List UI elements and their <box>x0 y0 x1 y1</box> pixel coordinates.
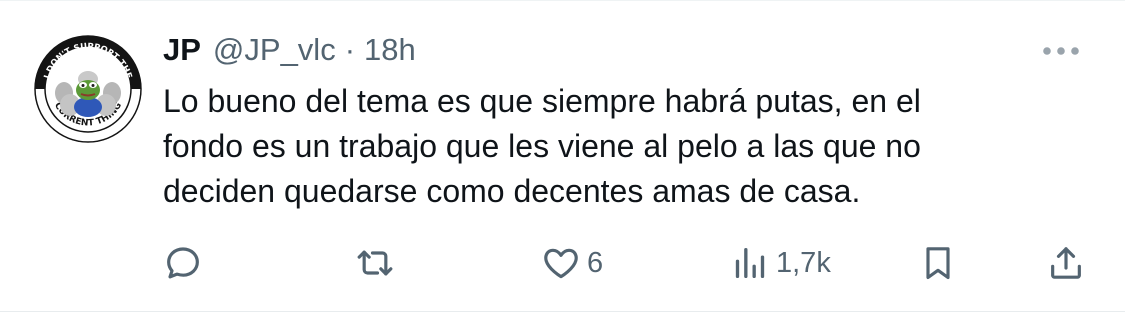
views-count: 1,7k <box>776 246 831 279</box>
bookmark-button[interactable] <box>918 243 958 283</box>
display-name[interactable]: JP <box>163 32 201 68</box>
tweet-text: Lo bueno del tema es que siempre habrá p… <box>163 79 1063 214</box>
heart-icon <box>544 248 578 279</box>
views-button[interactable]: 1,7k <box>730 243 831 283</box>
timestamp[interactable]: 18h <box>364 32 416 68</box>
bookmark-icon <box>926 247 950 280</box>
avatar-image: I DON'T SUPPORT THE CURRENT THING <box>34 35 142 143</box>
more-options-button[interactable] <box>1036 36 1086 66</box>
tweet-text-line: Lo bueno del tema es que siempre habrá p… <box>163 83 921 119</box>
share-button[interactable] <box>1046 243 1086 283</box>
tweet-header: JP @JP_vlc · 18h <box>163 28 416 72</box>
views-icon <box>735 248 765 278</box>
reply-button[interactable] <box>163 243 203 283</box>
like-count: 6 <box>587 246 604 279</box>
tweet-text-line: fondo es un trabajo que les viene al pel… <box>163 128 921 164</box>
top-divider <box>0 0 1125 1</box>
share-icon <box>1051 247 1081 279</box>
separator-dot: · <box>344 32 356 67</box>
like-button[interactable]: 6 <box>541 243 603 283</box>
retweet-icon <box>357 250 393 276</box>
user-handle[interactable]: @JP_vlc <box>213 32 336 68</box>
more-dots-icon <box>1043 47 1079 55</box>
reply-icon <box>167 247 199 279</box>
retweet-button[interactable] <box>355 243 395 283</box>
tweet-text-line: deciden quedarse como decentes amas de c… <box>163 173 861 209</box>
avatar[interactable]: I DON'T SUPPORT THE CURRENT THING <box>34 35 142 143</box>
bottom-divider <box>0 311 1125 312</box>
